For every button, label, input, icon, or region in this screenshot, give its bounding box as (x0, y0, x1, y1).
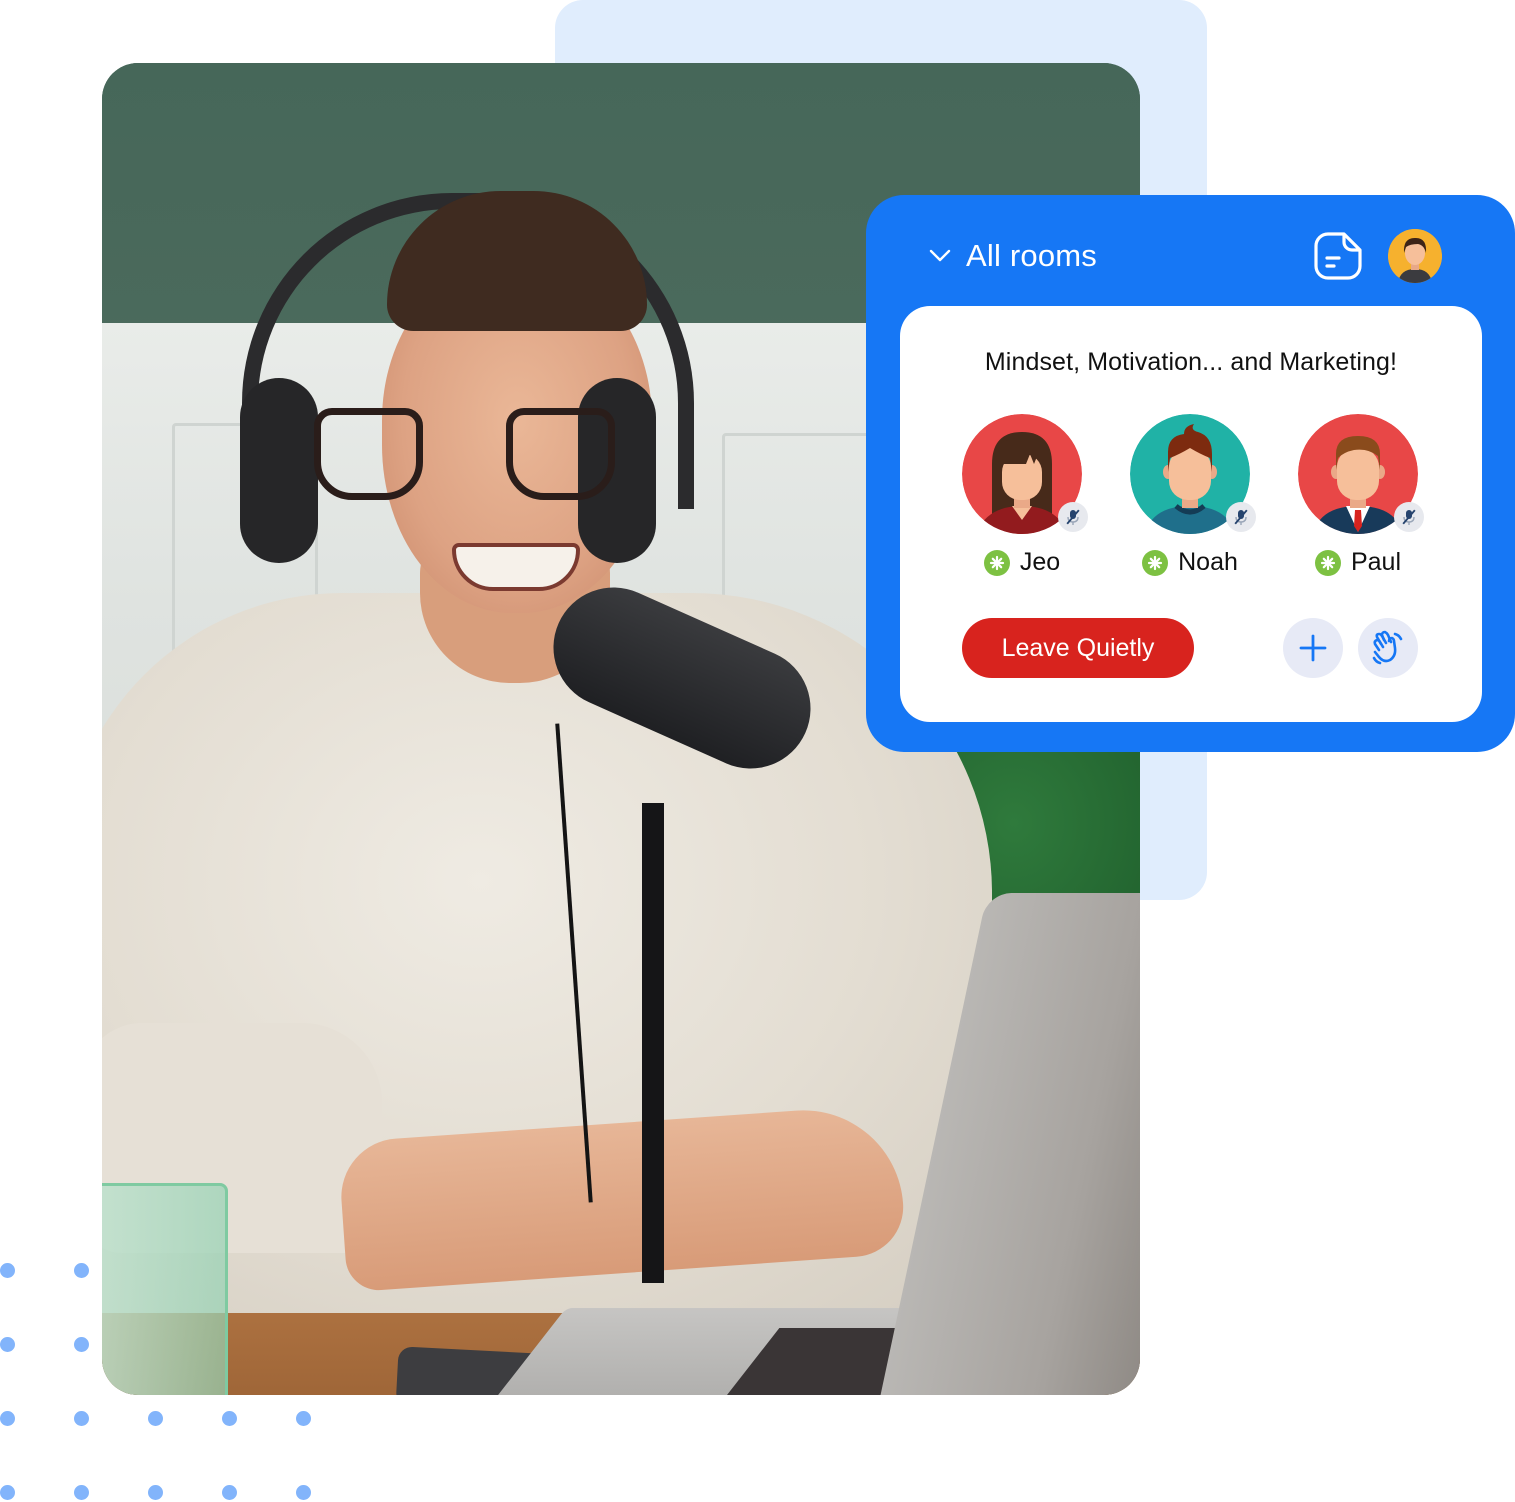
dot (74, 1411, 89, 1426)
participant-noah[interactable]: Noah (1110, 414, 1270, 577)
participant-label: Paul (1278, 548, 1438, 577)
muted-badge (1058, 502, 1088, 532)
participant-jeo[interactable]: Jeo (942, 414, 1102, 577)
plus-icon (1299, 634, 1327, 662)
mic-off-icon (1066, 509, 1080, 525)
dot (74, 1337, 89, 1352)
all-rooms-toggle[interactable]: All rooms (928, 231, 1097, 281)
dot (0, 1263, 15, 1278)
room-panel: All rooms Mindset, Motivation... and Mar… (866, 195, 1515, 752)
wave-button[interactable] (1358, 618, 1418, 678)
user-avatar-icon (1388, 229, 1442, 283)
my-avatar-button[interactable] (1388, 229, 1442, 283)
muted-badge (1226, 502, 1256, 532)
mic-off-icon (1402, 509, 1416, 525)
room-card: Mindset, Motivation... and Marketing! Je… (900, 306, 1482, 722)
mic-stand (642, 803, 664, 1283)
dot (74, 1263, 89, 1278)
water-glass (102, 1183, 228, 1395)
active-status-icon (983, 549, 1010, 576)
dot (0, 1411, 15, 1426)
dot (222, 1411, 237, 1426)
dot (0, 1337, 15, 1352)
participant-name: Noah (1178, 548, 1238, 576)
active-status-icon (1142, 549, 1169, 576)
rooms-title: All rooms (966, 238, 1097, 273)
participant-name: Paul (1350, 548, 1402, 576)
participant-avatar (1298, 414, 1424, 534)
participant-name: Jeo (1019, 548, 1061, 576)
leave-quietly-button[interactable]: Leave Quietly (962, 618, 1194, 678)
headphone-earcup (240, 378, 318, 563)
mic-off-icon (1234, 509, 1248, 525)
dot (222, 1485, 237, 1500)
dot (0, 1485, 15, 1500)
participant-label: Jeo (942, 548, 1102, 577)
participant-avatar (962, 414, 1088, 534)
participant-label: Noah (1110, 548, 1270, 577)
dot (148, 1411, 163, 1426)
glasses-lens (506, 408, 615, 500)
note-icon (1314, 232, 1362, 280)
glasses-lens (314, 408, 423, 500)
participant-paul[interactable]: Paul (1278, 414, 1438, 577)
dot (74, 1485, 89, 1500)
smile (452, 543, 580, 591)
notes-button[interactable] (1312, 230, 1364, 282)
wave-hand-icon (1372, 630, 1403, 665)
add-participant-button[interactable] (1283, 618, 1343, 678)
room-name: Mindset, Motivation... and Marketing! (984, 348, 1398, 376)
chevron-down-icon (928, 244, 952, 268)
muted-badge (1394, 502, 1424, 532)
participant-avatar (1130, 414, 1256, 534)
active-status-icon (1314, 549, 1341, 576)
dot (296, 1485, 311, 1500)
dot (296, 1411, 311, 1426)
dot (148, 1485, 163, 1500)
